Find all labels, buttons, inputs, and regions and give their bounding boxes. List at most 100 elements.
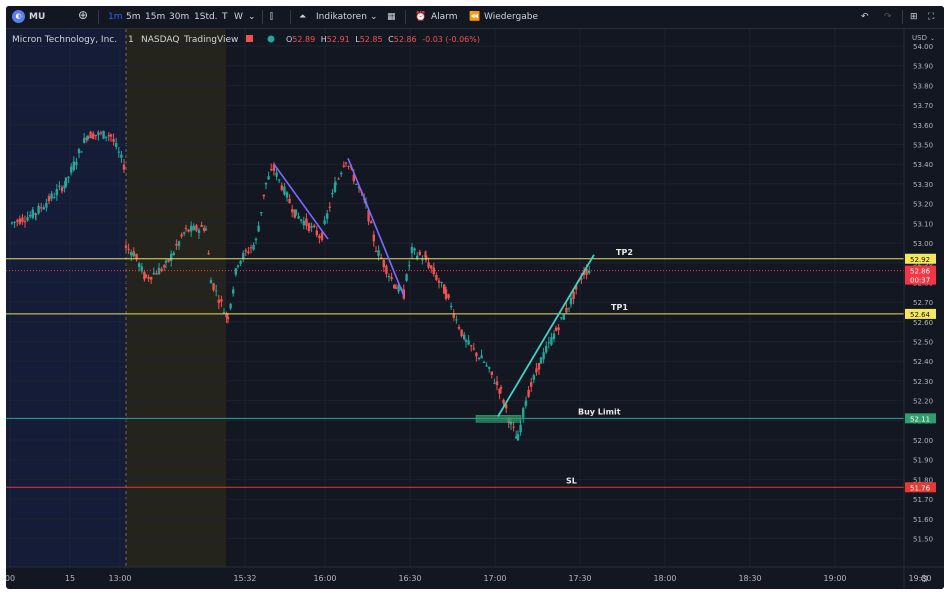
candle-body (242, 253, 245, 259)
time-tick-label: 16:30 (398, 574, 421, 583)
candle-body (427, 262, 430, 268)
candle-body (413, 248, 416, 251)
candle-body (323, 220, 326, 224)
fullscreen-icon[interactable]: ⛶ (928, 10, 934, 24)
indicators-icon[interactable]: ⏶ (299, 10, 306, 24)
interval-15m[interactable]: 15m (145, 10, 165, 24)
candle-body (328, 206, 331, 208)
indicators-button[interactable]: Indikatoren (316, 10, 367, 24)
candle-body (124, 245, 128, 249)
candle-body (567, 307, 571, 309)
candle-body (232, 289, 235, 294)
candle-body (187, 229, 190, 232)
chevron-down-icon[interactable]: ⌄ (930, 35, 935, 42)
candle-body (175, 244, 178, 246)
candle-body (64, 177, 68, 187)
replay-button[interactable]: Wiedergabe (484, 10, 538, 24)
alarm-icon[interactable]: ⏰ (415, 10, 426, 24)
candle-body (47, 196, 51, 202)
candle-body (554, 327, 558, 331)
candle-body (498, 389, 501, 394)
undo-icon[interactable]: ↶ (861, 10, 869, 24)
candle-body (472, 348, 475, 350)
candle-style-icon[interactable]: ⫿ (270, 10, 273, 24)
replay-icon[interactable]: ⏪ (469, 10, 480, 24)
candle-body (236, 265, 240, 267)
time-tick-label: 13:00 (108, 574, 131, 583)
time-axis[interactable]: 00 15 13:00 15:32 16:00 16:30 17:00 17:30 18:00 1… (6, 574, 932, 583)
candle-body (172, 252, 175, 256)
toolbar-divider (290, 10, 291, 24)
alarm-button[interactable]: Alarm (431, 10, 457, 24)
candle-body (305, 218, 308, 226)
candle-body (222, 312, 226, 314)
candle-body (109, 134, 113, 137)
chart-area[interactable]: TP2 TP1 Buy Limit SL Micron Technology, Inc… (6, 29, 944, 589)
time-tick-label: 16:00 (313, 574, 336, 583)
chevron-down-icon[interactable]: ⌄ (370, 10, 378, 24)
redo-icon[interactable]: ↷ (884, 10, 892, 24)
candle-body (264, 182, 268, 185)
price-tick-label: 53.90 (913, 63, 933, 71)
interval-1m[interactable]: 1m (108, 10, 123, 24)
currency-label[interactable]: USD (912, 34, 927, 42)
candle-body (155, 273, 158, 275)
candle-body (530, 382, 533, 387)
interval-week[interactable]: W (234, 10, 243, 24)
candle-body (516, 434, 520, 441)
interval-30m[interactable]: 30m (169, 10, 189, 24)
interval-5m[interactable]: 5m (126, 10, 141, 24)
candle-body (539, 357, 543, 364)
candle-body (385, 265, 388, 274)
candle-body (70, 166, 73, 173)
candle-body (331, 193, 334, 195)
chevron-down-icon[interactable]: ⌄ (248, 10, 256, 24)
candle-body (545, 346, 548, 353)
legend-exchange: NASDAQ (141, 35, 179, 45)
flag-icon[interactable] (246, 35, 253, 42)
candle-body (13, 221, 16, 223)
candle-body (234, 268, 237, 275)
candle-body (138, 263, 141, 268)
candle-body (447, 294, 450, 299)
symbol-logo-icon: ◐ (12, 10, 25, 23)
layout-grid-icon[interactable]: ⊞ (910, 10, 918, 24)
price-chart[interactable]: TP2 TP1 Buy Limit SL Micron Technology, Inc… (6, 29, 944, 589)
price-tick-label: 53.00 (913, 240, 933, 248)
settings-gear-icon[interactable]: ⚙ (920, 574, 929, 585)
candle-body (115, 143, 118, 147)
candle-body (270, 169, 273, 171)
candle-body (482, 361, 486, 363)
level-label[interactable]: TP1 (611, 303, 628, 312)
candle-body (315, 230, 318, 236)
toolbar-divider (262, 10, 263, 24)
candle-body (53, 196, 56, 198)
candle-body (89, 131, 92, 139)
candle-body (55, 189, 58, 196)
candle-body (440, 281, 443, 283)
toolbar-divider (902, 10, 903, 24)
candle-body (204, 229, 208, 231)
interval-day[interactable]: T (222, 10, 228, 24)
layouts-icon[interactable]: ▦ (387, 10, 396, 24)
add-symbol-icon[interactable]: ⊕ (78, 8, 88, 22)
level-label[interactable]: TP2 (616, 248, 633, 257)
candle-body (405, 274, 408, 281)
price-tick-label: 53.80 (913, 82, 933, 90)
price-tick-label: 52.60 (913, 319, 933, 327)
price-tick-label: 51.70 (913, 496, 933, 504)
candle-body (450, 305, 453, 308)
candle-body (477, 357, 481, 359)
candle-body (430, 265, 433, 269)
candle-body (318, 235, 321, 239)
candle-body (80, 151, 83, 153)
level-price-badge-text: 52.92 (910, 256, 930, 264)
level-label[interactable]: Buy Limit (578, 407, 621, 416)
candle-body (475, 352, 478, 357)
level-label[interactable]: SL (566, 476, 577, 485)
price-tick-label: 51.50 (913, 536, 933, 544)
interval-1h[interactable]: 1Std. (194, 10, 218, 24)
candle-body (342, 165, 345, 167)
symbol-search-button[interactable]: MU (29, 10, 45, 24)
time-tick-label: 15 (65, 574, 75, 583)
